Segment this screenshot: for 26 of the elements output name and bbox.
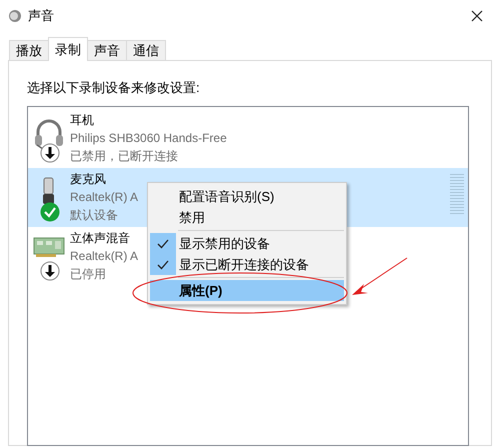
- tab[interactable]: 录制: [48, 37, 88, 61]
- device-driver: Realtek(R) A: [70, 189, 138, 206]
- device-name: 耳机: [70, 112, 95, 129]
- device-status: 已禁用，已断开连接: [70, 148, 179, 165]
- annotation-arrow: [352, 258, 408, 295]
- menu-item[interactable]: 禁用: [150, 207, 344, 228]
- checkmark-icon: [40, 202, 60, 222]
- menu-item[interactable]: 配置语音识别(S): [150, 186, 344, 207]
- menu-item[interactable]: 属性(P): [150, 280, 344, 301]
- device-driver: Realtek(R) A: [70, 248, 138, 265]
- sound-card-icon: [33, 236, 65, 258]
- speaker-icon: [8, 9, 22, 23]
- device-name: 麦克风: [70, 171, 107, 188]
- tab[interactable]: 播放: [9, 40, 49, 60]
- close-icon: [471, 10, 483, 22]
- device-driver: Philips SHB3060 Hands-Free: [70, 130, 227, 147]
- device-name: 立体声混音: [70, 230, 131, 247]
- menu-item[interactable]: 显示已断开连接的设备: [150, 254, 344, 275]
- tab[interactable]: 通信: [126, 40, 166, 60]
- level-meter-icon: [450, 174, 464, 216]
- instruction-text: 选择以下录制设备来修改设置:: [27, 79, 201, 97]
- device-status: 已停用: [70, 266, 107, 283]
- tab[interactable]: 声音: [87, 40, 127, 60]
- device-status: 默认设备: [70, 207, 119, 224]
- menu-item[interactable]: 显示禁用的设备: [150, 233, 344, 254]
- window-title: 声音: [28, 7, 54, 26]
